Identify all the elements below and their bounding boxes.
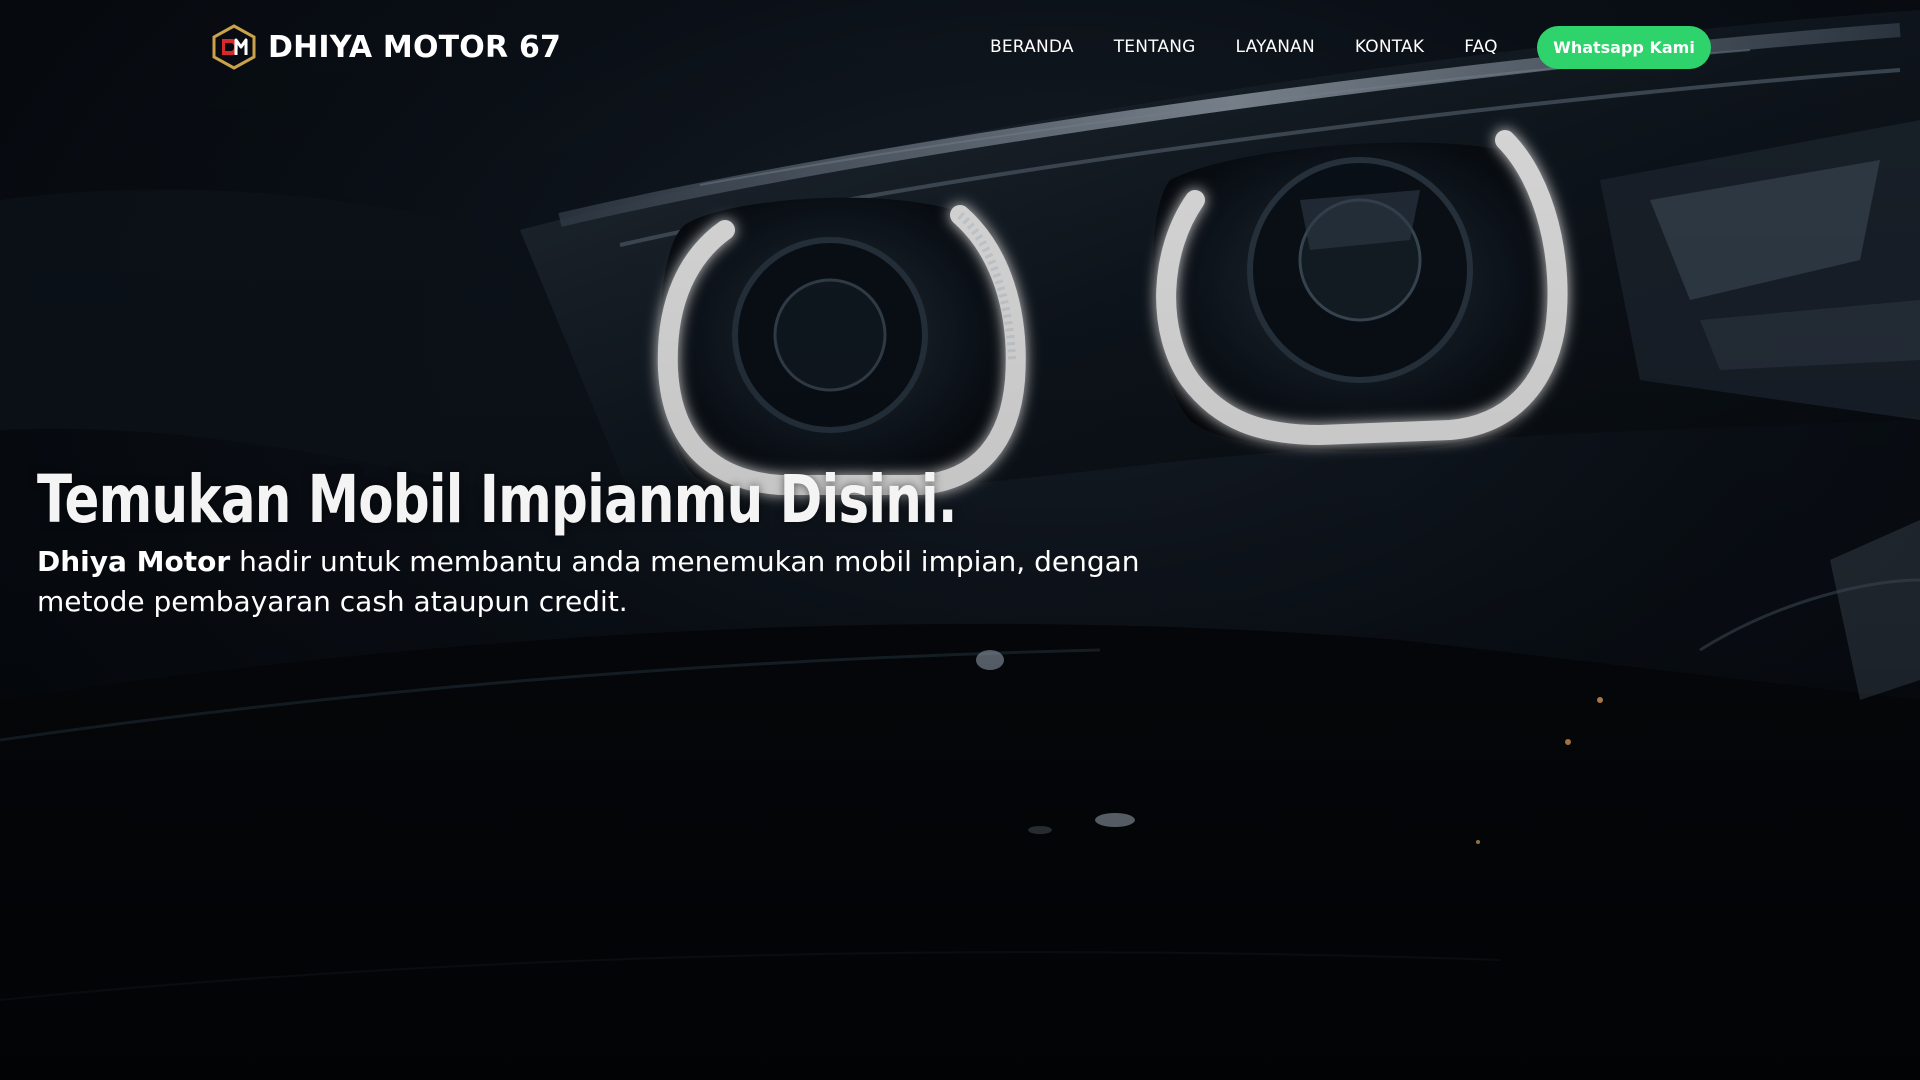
nav-link-layanan[interactable]: LAYANAN (1236, 37, 1315, 57)
hero-description: Dhiya Motor hadir untuk membantu anda me… (37, 542, 1177, 622)
hero-title: Temukan Mobil Impianmu Disini. (37, 461, 957, 538)
nav-link-kontak[interactable]: KONTAK (1355, 37, 1424, 57)
nav-item-tentang: TENTANG (1114, 37, 1196, 57)
nav-link-beranda[interactable]: BERANDA (990, 37, 1074, 57)
hero-brand-highlight: Dhiya Motor (37, 545, 231, 578)
nav-item-faq: FAQ (1464, 37, 1498, 57)
brand-name: DHIYA MOTOR 67 (268, 29, 562, 65)
nav-menu: BERANDA TENTANG LAYANAN KONTAK FAQ (990, 26, 1538, 68)
nav-item-kontak: KONTAK (1355, 37, 1424, 57)
navbar: DHIYA MOTOR 67 BERANDA TENTANG LAYANAN K… (0, 0, 1920, 94)
nav-item-layanan: LAYANAN (1236, 37, 1315, 57)
whatsapp-button[interactable]: Whatsapp Kami (1537, 26, 1711, 69)
nav-link-faq[interactable]: FAQ (1464, 37, 1498, 57)
dm-monogram-logo-icon (212, 24, 256, 70)
nav-link-tentang[interactable]: TENTANG (1114, 37, 1196, 57)
hero-section: Temukan Mobil Impianmu Disini. Dhiya Mot… (37, 460, 1177, 622)
brand-link[interactable]: DHIYA MOTOR 67 (210, 22, 561, 72)
nav-item-beranda: BERANDA (990, 37, 1074, 57)
